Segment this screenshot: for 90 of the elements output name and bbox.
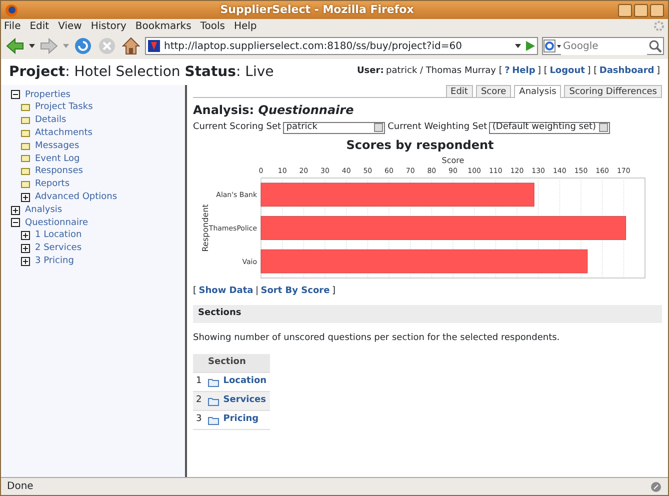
logout-link[interactable]: Logout bbox=[550, 65, 585, 79]
close-button[interactable] bbox=[650, 4, 664, 16]
menu-item[interactable]: Help bbox=[234, 18, 257, 34]
tree-item[interactable]: Questionnaire bbox=[25, 216, 88, 230]
section-link[interactable]: Location bbox=[223, 375, 267, 389]
field-label: Current Weighting Set bbox=[388, 121, 488, 134]
tree-item[interactable]: 1 Location bbox=[35, 229, 82, 243]
home-icon[interactable] bbox=[121, 36, 141, 56]
firefox-logo-icon bbox=[5, 4, 18, 16]
folder-icon bbox=[208, 378, 219, 386]
expand-icon[interactable] bbox=[21, 256, 31, 267]
back-icon[interactable] bbox=[5, 37, 25, 55]
search-icon[interactable] bbox=[647, 38, 663, 54]
tree-item[interactable]: Event Log bbox=[35, 152, 80, 166]
tab[interactable]: Analysis bbox=[514, 85, 562, 98]
menu-item[interactable]: Tools bbox=[200, 18, 225, 34]
folder-icon bbox=[208, 396, 219, 406]
menu-item[interactable]: Edit bbox=[30, 18, 50, 34]
tree-item[interactable]: Responses bbox=[35, 165, 83, 179]
folder-icon bbox=[208, 416, 219, 424]
expand-icon[interactable] bbox=[11, 206, 21, 216]
tree-item[interactable]: Advanced Options bbox=[35, 191, 118, 205]
show-data-link[interactable]: Show Data bbox=[198, 284, 254, 298]
scoring-set-select[interactable]: patrick bbox=[283, 122, 386, 134]
caret-icon[interactable] bbox=[29, 43, 35, 49]
menu-item[interactable]: View bbox=[58, 18, 82, 34]
status-text: Done bbox=[7, 480, 34, 494]
tab[interactable]: Scoring Differences bbox=[564, 85, 662, 97]
reload-icon[interactable] bbox=[73, 36, 93, 56]
user-label: User: bbox=[356, 65, 384, 78]
bracket-text: [ bbox=[193, 284, 197, 298]
collapse-icon[interactable] bbox=[11, 218, 21, 228]
project-label: Project bbox=[9, 64, 66, 80]
chart-title: Scores by respondent bbox=[345, 136, 495, 154]
bracket-text: ] [ bbox=[538, 65, 548, 78]
site-icon bbox=[148, 40, 160, 52]
tree-item[interactable]: Details bbox=[35, 114, 66, 128]
connection-icon bbox=[650, 480, 662, 492]
address-field[interactable]: http://laptop.supplierselect.com:8180/ss/buy/project?id=60 bbox=[145, 37, 538, 55]
bracket-text: ] [ bbox=[587, 65, 598, 78]
axis-title: Respondent bbox=[201, 204, 210, 252]
throbber-icon bbox=[653, 20, 665, 32]
separator-text: | bbox=[255, 284, 259, 298]
search-field[interactable]: Google bbox=[542, 37, 664, 55]
status-label: Status bbox=[184, 64, 236, 80]
tree-item[interactable]: 3 Pricing bbox=[35, 255, 74, 269]
address-text: http://laptop.supplierselect.com:8180/ss/buy/project?id=60 bbox=[164, 40, 463, 54]
tree-item[interactable]: Reports bbox=[35, 178, 70, 192]
search-engine-icon[interactable] bbox=[543, 39, 561, 53]
weighting-set-select[interactable]: (Default weighting set) bbox=[489, 122, 610, 134]
status-value: : Live bbox=[236, 64, 274, 80]
sort-link[interactable]: Sort By Score bbox=[260, 284, 330, 298]
row-number: 3 bbox=[193, 410, 205, 430]
axis-title: Score bbox=[442, 156, 464, 164]
tree-item[interactable]: Attachments bbox=[35, 127, 92, 141]
section-header: Sections bbox=[193, 305, 662, 323]
analysis-title: Questionnaire bbox=[258, 103, 354, 117]
column-header: Section bbox=[193, 354, 270, 372]
section-note: Showing number of unscored questions per section for the selected respondents. bbox=[193, 332, 561, 345]
maximize-button[interactable] bbox=[634, 4, 648, 16]
select-value: (Default weighting set) bbox=[492, 121, 596, 134]
menu-item[interactable]: File bbox=[4, 18, 21, 34]
section-link[interactable]: Pricing bbox=[223, 413, 259, 427]
expand-icon[interactable] bbox=[21, 244, 31, 254]
user-name: patrick / Thomas Murray [ bbox=[386, 65, 502, 78]
expand-icon[interactable] bbox=[21, 231, 31, 242]
window-title: SupplierSelect - Mozilla Firefox bbox=[219, 2, 415, 18]
tree-item[interactable]: Messages bbox=[35, 140, 80, 154]
select-value: patrick bbox=[286, 121, 318, 134]
tree-item[interactable]: Properties bbox=[25, 88, 70, 102]
menu-item[interactable]: History bbox=[90, 18, 126, 34]
tree-item[interactable]: Analysis bbox=[25, 204, 62, 218]
bracket-text: ] bbox=[332, 284, 336, 298]
expand-icon[interactable] bbox=[21, 192, 31, 203]
dashboard-link[interactable]: Dashboard bbox=[599, 65, 654, 79]
go-icon[interactable] bbox=[523, 38, 537, 54]
collapse-icon[interactable] bbox=[11, 90, 21, 100]
tree-item[interactable]: 2 Services bbox=[35, 242, 82, 256]
minimize-button[interactable] bbox=[618, 4, 632, 16]
bracket-text: ] bbox=[656, 65, 660, 78]
tab[interactable]: Score bbox=[476, 85, 512, 97]
help-link[interactable]: Help bbox=[512, 65, 536, 79]
menu-item[interactable]: Bookmarks bbox=[135, 18, 192, 34]
section-link[interactable]: Services bbox=[223, 394, 266, 408]
project-name: : Hotel Selection bbox=[65, 64, 180, 80]
tab[interactable]: Edit bbox=[446, 85, 473, 97]
help-mark[interactable]: ? bbox=[504, 65, 510, 79]
tree-item[interactable]: Project Tasks bbox=[35, 101, 93, 115]
field-label: Current Scoring Set bbox=[193, 121, 282, 134]
analysis-label: Analysis: bbox=[193, 103, 254, 117]
